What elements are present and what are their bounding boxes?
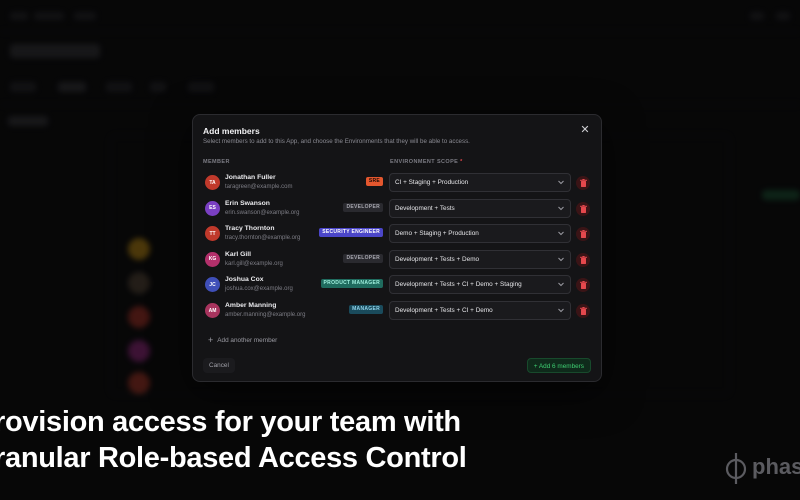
trash-icon: [579, 204, 587, 213]
member-email: taragreen@example.com: [225, 184, 293, 190]
chevron-down-icon: [558, 206, 564, 210]
environment-scope-select[interactable]: Development + Tests: [389, 198, 571, 218]
member-row: JC Joshua Cox joshua.cox@example.org PRODUC…: [193, 273, 603, 297]
trash-icon: [579, 255, 587, 264]
marketing-headline: rovision access for your team with ranul…: [0, 404, 467, 476]
role-badge: SRE: [365, 177, 383, 186]
column-header-member: MEMBER: [203, 159, 230, 165]
member-row: KG Karl Gill karl.gill@example.org DEVELOPE…: [193, 248, 603, 272]
member-row: TA Jonathan Fuller taragreen@example.com SR…: [193, 171, 603, 195]
role-badge: SECURITY ENGINEER: [319, 228, 383, 238]
trash-icon: [579, 230, 587, 239]
member-row: AM Amber Manning amber.manning@example.org…: [193, 299, 603, 323]
environment-scope-select[interactable]: Development + Tests + CI + Demo: [389, 301, 571, 320]
role-badge: MANAGER: [349, 305, 383, 314]
remove-member-button[interactable]: [576, 278, 590, 293]
remove-member-button[interactable]: [576, 304, 590, 318]
member-email: amber.manning@example.org: [225, 312, 306, 318]
chevron-down-icon: [558, 180, 564, 185]
chevron-down-icon: [558, 257, 564, 262]
headline-line-1: rovision access for your team with: [0, 406, 461, 438]
avatar: KG: [205, 251, 220, 267]
member-email: tracy.thornton@example.org: [225, 235, 301, 242]
column-header-scope: ENVIRONMENT SCOPE *: [390, 159, 463, 165]
chevron-down-icon: [558, 308, 564, 313]
dialog-title: Add members: [203, 126, 260, 136]
phase-logo: phas: [722, 450, 800, 486]
role-badge: DEVELOPER: [343, 202, 383, 212]
selected-scope: Demo + Staging + Production: [395, 230, 479, 238]
selected-scope: Development + Tests: [395, 204, 455, 212]
remove-member-button[interactable]: [576, 252, 590, 267]
headline-line-2: ranular Role-based Access Control: [0, 442, 467, 474]
member-email: karl.gill@example.org: [225, 260, 283, 267]
trash-icon: [579, 307, 587, 315]
remove-member-button[interactable]: [576, 227, 590, 242]
member-row: TT Tracy Thornton tracy.thornton@example.o…: [193, 222, 603, 246]
role-badge: DEVELOPER: [343, 253, 383, 263]
role-badge: PRODUCT MANAGER: [320, 279, 383, 289]
avatar: TT: [205, 226, 220, 242]
trash-icon: [579, 281, 587, 290]
member-row: ES Erin Swanson erin.swanson@example.org DE…: [193, 197, 603, 221]
chevron-down-icon: [558, 283, 564, 287]
member-name: Karl Gill: [225, 250, 252, 258]
selected-scope: Development + Tests + CI + Demo + Stagin…: [395, 281, 522, 289]
member-email: joshua.cox@example.org: [225, 286, 293, 293]
member-name: Tracy Thornton: [225, 225, 275, 233]
cancel-button[interactable]: Cancel: [203, 358, 235, 373]
add-members-button[interactable]: + Add 6 members: [526, 358, 591, 373]
add-another-member-button[interactable]: + Add another member: [208, 335, 277, 345]
dialog-subtitle: Select members to add to this App, and c…: [203, 138, 470, 145]
environment-scope-select[interactable]: Demo + Staging + Production: [389, 224, 571, 244]
member-name: Erin Swanson: [225, 199, 270, 207]
remove-member-button[interactable]: [576, 176, 590, 190]
phi-logo-icon: [725, 453, 747, 484]
avatar: TA: [205, 175, 220, 190]
member-name: Joshua Cox: [225, 276, 264, 284]
trash-icon: [579, 179, 587, 187]
environment-scope-select[interactable]: Development + Tests + Demo: [389, 249, 571, 269]
member-name: Amber Manning: [225, 302, 277, 309]
selected-scope: Development + Tests + CI + Demo: [395, 307, 493, 314]
selected-scope: Development + Tests + Demo: [395, 255, 480, 263]
chevron-down-icon: [558, 231, 564, 236]
avatar: JC: [205, 277, 220, 293]
environment-scope-select[interactable]: Development + Tests + CI + Demo + Stagin…: [389, 275, 571, 295]
add-members-dialog: Add members Select members to add to thi…: [192, 114, 602, 382]
plus-icon: +: [208, 335, 214, 345]
environment-scope-select[interactable]: CI + Staging + Production: [389, 173, 571, 192]
logo-text: phas: [752, 454, 800, 479]
member-name: Jonathan Fuller: [225, 174, 276, 181]
avatar: AM: [205, 303, 220, 318]
remove-member-button[interactable]: [576, 201, 590, 216]
avatar: ES: [205, 200, 220, 216]
selected-scope: CI + Staging + Production: [395, 179, 469, 186]
member-email: erin.swanson@example.org: [225, 209, 300, 216]
close-icon[interactable]: ✕: [579, 124, 591, 136]
